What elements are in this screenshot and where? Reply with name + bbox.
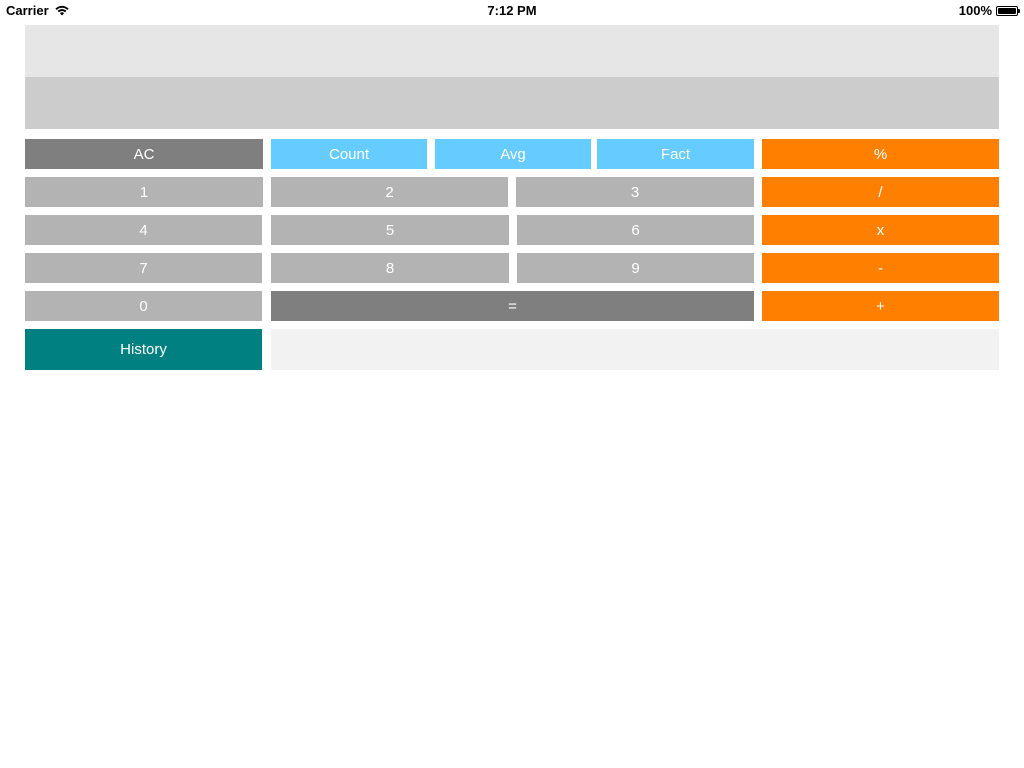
digit-3-button[interactable]: 3 — [516, 177, 754, 207]
clock: 7:12 PM — [487, 3, 537, 18]
multiply-button[interactable]: x — [762, 215, 999, 245]
battery-percent: 100% — [958, 3, 992, 18]
status-bar: Carrier 7:12 PM 100% — [0, 0, 1024, 22]
digit-9-button[interactable]: 9 — [517, 253, 754, 283]
history-button[interactable]: History — [25, 329, 262, 370]
percent-button[interactable]: % — [762, 139, 999, 169]
digit-2-button[interactable]: 2 — [271, 177, 508, 207]
digit-0-button[interactable]: 0 — [25, 291, 262, 321]
expression-display — [25, 25, 999, 77]
digit-7-button[interactable]: 7 — [25, 253, 262, 283]
equals-button[interactable]: = — [271, 291, 754, 321]
plus-button[interactable]: + — [762, 291, 999, 321]
history-panel — [271, 329, 999, 370]
minus-button[interactable]: - — [762, 253, 999, 283]
battery-indicator: 100% — [958, 3, 1020, 18]
digit-4-button[interactable]: 4 — [25, 215, 262, 245]
digit-8-button[interactable]: 8 — [271, 253, 509, 283]
count-button[interactable]: Count — [271, 139, 427, 169]
avg-button[interactable]: Avg — [435, 139, 591, 169]
divide-button[interactable]: / — [762, 177, 999, 207]
result-display — [25, 77, 999, 129]
digit-5-button[interactable]: 5 — [271, 215, 509, 245]
digit-1-button[interactable]: 1 — [25, 177, 263, 207]
ac-button[interactable]: AC — [25, 139, 263, 169]
digit-6-button[interactable]: 6 — [517, 215, 754, 245]
fact-button[interactable]: Fact — [597, 139, 754, 169]
battery-icon — [996, 5, 1020, 16]
